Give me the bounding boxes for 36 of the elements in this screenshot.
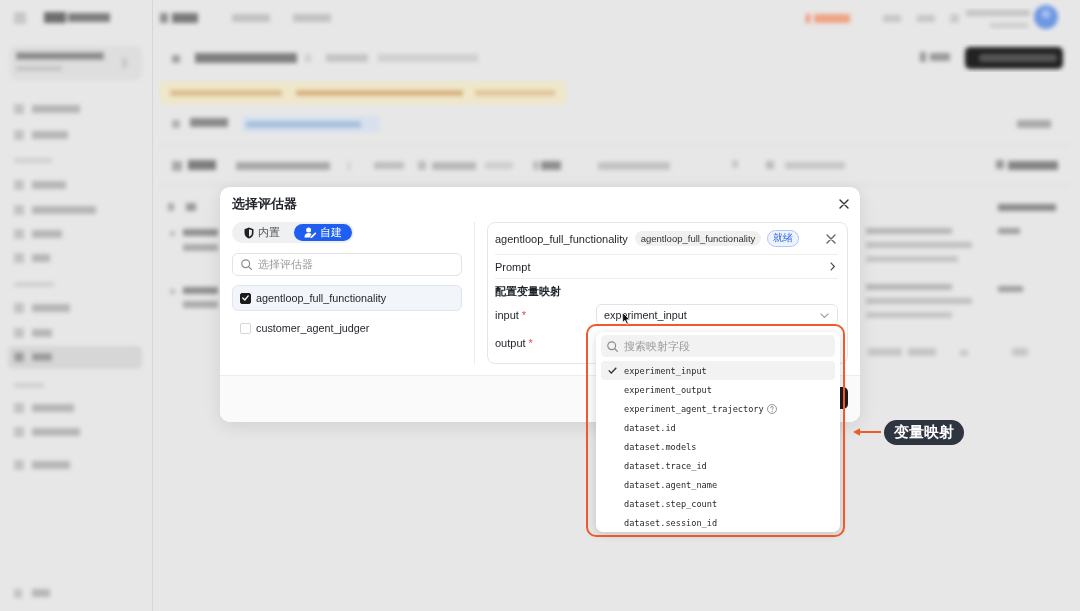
mapping-option[interactable]: experiment_output [601, 380, 835, 399]
checkbox[interactable] [240, 292, 251, 304]
mapping-option[interactable]: dataset.models [601, 437, 835, 456]
status-badge: 就绪 [767, 230, 800, 247]
check-icon [608, 367, 617, 374]
dialog-title: 选择评估器 [232, 195, 297, 213]
prompt-row[interactable]: Prompt [495, 255, 838, 279]
callout-arrow [853, 427, 881, 437]
close-icon [839, 199, 849, 209]
close-button[interactable] [839, 199, 849, 209]
shield-icon [244, 226, 254, 239]
mapping-option[interactable]: dataset.id [601, 418, 835, 437]
mapping-option[interactable]: dataset.session_id [601, 513, 835, 532]
field-label: input * [495, 309, 528, 321]
field-label: output * [495, 337, 534, 349]
close-icon [826, 233, 836, 244]
mapping-option[interactable]: dataset.step_count [601, 494, 835, 513]
search-icon [241, 259, 252, 270]
search-icon [607, 340, 618, 352]
evaluator-tag: agentloop_full_functionality [634, 231, 762, 246]
evaluator-item[interactable]: agentloop_full_functionality [232, 285, 462, 311]
mapping-option[interactable]: experiment_input [601, 361, 835, 380]
chevron-right-icon [830, 262, 835, 271]
mapping-option[interactable]: experiment_agent_trajectory [601, 399, 835, 418]
remove-button[interactable] [826, 233, 836, 244]
source-tab[interactable]: 自建 [294, 224, 352, 241]
evaluator-item[interactable]: customer_agent_judger [232, 315, 462, 341]
source-tab[interactable]: 内置 [234, 224, 290, 241]
evaluator-title: agentloop_full_functionality [495, 232, 628, 245]
user-edit-icon [304, 227, 316, 238]
avatar-icon [1034, 5, 1058, 29]
callout-label: 变量映射 [884, 420, 964, 445]
mapping-option[interactable]: dataset.trace_id [601, 456, 835, 475]
chevron-down-icon [820, 312, 829, 318]
mapping-option[interactable]: dataset.agent_name [601, 475, 835, 494]
section-title: 配置变量映射 [495, 284, 562, 299]
